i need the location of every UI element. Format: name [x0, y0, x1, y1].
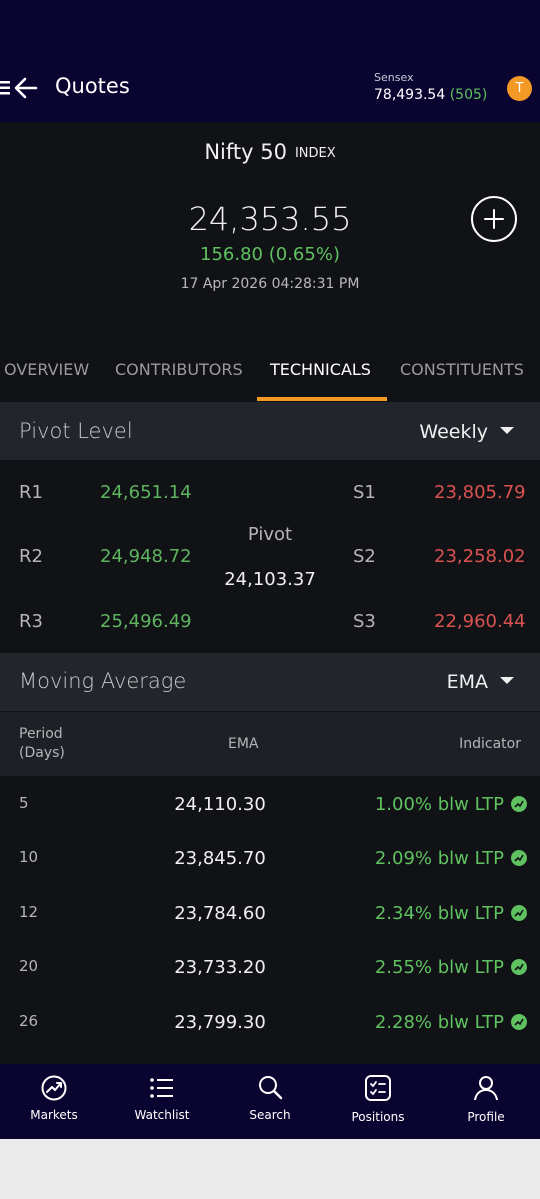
s2-label: S2 — [353, 546, 376, 567]
ma-section-title: Moving Average — [19, 669, 187, 693]
table-row: 10 23,845.70 2.09% blw LTP — [0, 831, 540, 885]
pivot-label: Pivot — [247, 524, 293, 545]
col-period-line1: Period — [19, 726, 63, 742]
tab-contributors[interactable]: CONTRIBUTORS — [115, 360, 243, 379]
search-icon — [259, 1076, 283, 1100]
table-row: 12 23,784.60 2.34% blw LTP — [0, 886, 540, 940]
tab-overview[interactable]: OVERVIEW — [4, 360, 89, 379]
instrument-title: Nifty 50 — [204, 140, 287, 164]
s3-label: S3 — [353, 611, 376, 632]
instrument-name: Nifty 50 INDEX — [0, 140, 540, 164]
sensex-label: Sensex — [374, 71, 414, 84]
status-bar — [0, 0, 540, 58]
sensex-change: (505) — [449, 87, 488, 103]
col-indicator: Indicator — [459, 736, 521, 752]
trend-up-icon — [511, 905, 527, 921]
bottom-navigation: Markets Watchlist Search Positions Profi… — [0, 1064, 540, 1139]
nav-search-label: Search — [249, 1108, 291, 1122]
row-indicator: 2.34% blw LTP — [374, 903, 504, 924]
table-row: 26 23,799.30 2.28% blw LTP — [0, 995, 540, 1049]
page-title: Quotes — [55, 74, 130, 98]
markets-icon — [41, 1075, 67, 1101]
profile-icon — [474, 1076, 498, 1101]
r3-value: 25,496.49 — [100, 611, 192, 632]
col-period: Period (Days) — [19, 725, 65, 763]
r2-value: 24,948.72 — [100, 546, 192, 567]
tab-technicals[interactable]: TECHNICALS — [270, 360, 371, 379]
table-row: 20 23,733.20 2.55% blw LTP — [0, 940, 540, 994]
row-indicator: 1.00% blw LTP — [374, 794, 504, 815]
nav-positions-label: Positions — [351, 1110, 405, 1124]
positions-icon — [365, 1075, 391, 1101]
quote-timestamp: 17 Apr 2026 04:28:31 PM — [180, 276, 360, 292]
nav-markets-label: Markets — [30, 1108, 78, 1122]
trend-up-icon — [511, 850, 527, 866]
add-to-watchlist-button[interactable] — [471, 196, 517, 242]
trend-up-icon — [511, 796, 527, 812]
pivot-section-title: Pivot Level — [19, 419, 133, 443]
nav-positions[interactable]: Positions — [324, 1064, 432, 1139]
pivot-period-dropdown[interactable]: Weekly — [419, 421, 514, 443]
caret-down-icon — [500, 677, 514, 684]
menu-icon[interactable] — [0, 81, 10, 95]
s1-label: S1 — [353, 482, 376, 503]
s1-value: 23,805.79 — [434, 482, 526, 503]
user-avatar[interactable]: T — [507, 76, 532, 101]
plus-icon — [484, 209, 504, 229]
nav-watchlist[interactable]: Watchlist — [108, 1064, 216, 1139]
trend-up-icon — [511, 959, 527, 975]
s3-value: 22,960.44 — [434, 611, 526, 632]
col-ema: EMA — [228, 736, 259, 752]
nav-profile-label: Profile — [467, 1110, 505, 1124]
r1-label: R1 — [19, 482, 43, 503]
r2-label: R2 — [19, 546, 43, 567]
trend-up-icon — [511, 1014, 527, 1030]
ma-type-dropdown[interactable]: EMA — [447, 671, 514, 693]
instrument-type-tag: INDEX — [294, 146, 336, 161]
r3-label: R3 — [19, 611, 43, 632]
row-indicator: 2.28% blw LTP — [374, 1012, 504, 1033]
row-indicator: 2.55% blw LTP — [374, 957, 504, 978]
r1-value: 24,651.14 — [100, 482, 192, 503]
nav-markets[interactable]: Markets — [0, 1064, 108, 1139]
col-period-line2: (Days) — [19, 745, 65, 761]
pivot-value: 24,103.37 — [224, 569, 316, 590]
nav-watchlist-label: Watchlist — [134, 1108, 190, 1122]
price-change: 156.80 (0.65%) — [200, 244, 340, 265]
tab-constituents[interactable]: CONSTITUENTS — [400, 360, 524, 379]
row-indicator: 2.09% blw LTP — [374, 848, 504, 869]
tab-bar: OVERVIEW CONTRIBUTORS TECHNICALS CONSTIT… — [0, 350, 540, 402]
ma-type-value: EMA — [446, 671, 488, 693]
s2-value: 23,258.02 — [434, 546, 526, 567]
caret-down-icon — [500, 427, 514, 434]
last-price: 24,353.55 — [188, 200, 352, 238]
watchlist-icon — [150, 1078, 173, 1098]
sensex-ticker[interactable]: 78,493.54 (505) — [374, 87, 487, 103]
active-tab-indicator — [257, 397, 387, 401]
table-row: 5 24,110.30 1.00% blw LTP — [0, 777, 540, 831]
back-arrow-icon[interactable] — [14, 77, 38, 99]
nav-profile[interactable]: Profile — [432, 1064, 540, 1139]
pivot-period-value: Weekly — [419, 421, 488, 443]
nav-search[interactable]: Search — [216, 1064, 324, 1139]
sensex-value: 78,493.54 — [374, 87, 446, 103]
app-screen: Quotes Sensex 78,493.54 (505) T Nifty 50… — [0, 0, 540, 1139]
